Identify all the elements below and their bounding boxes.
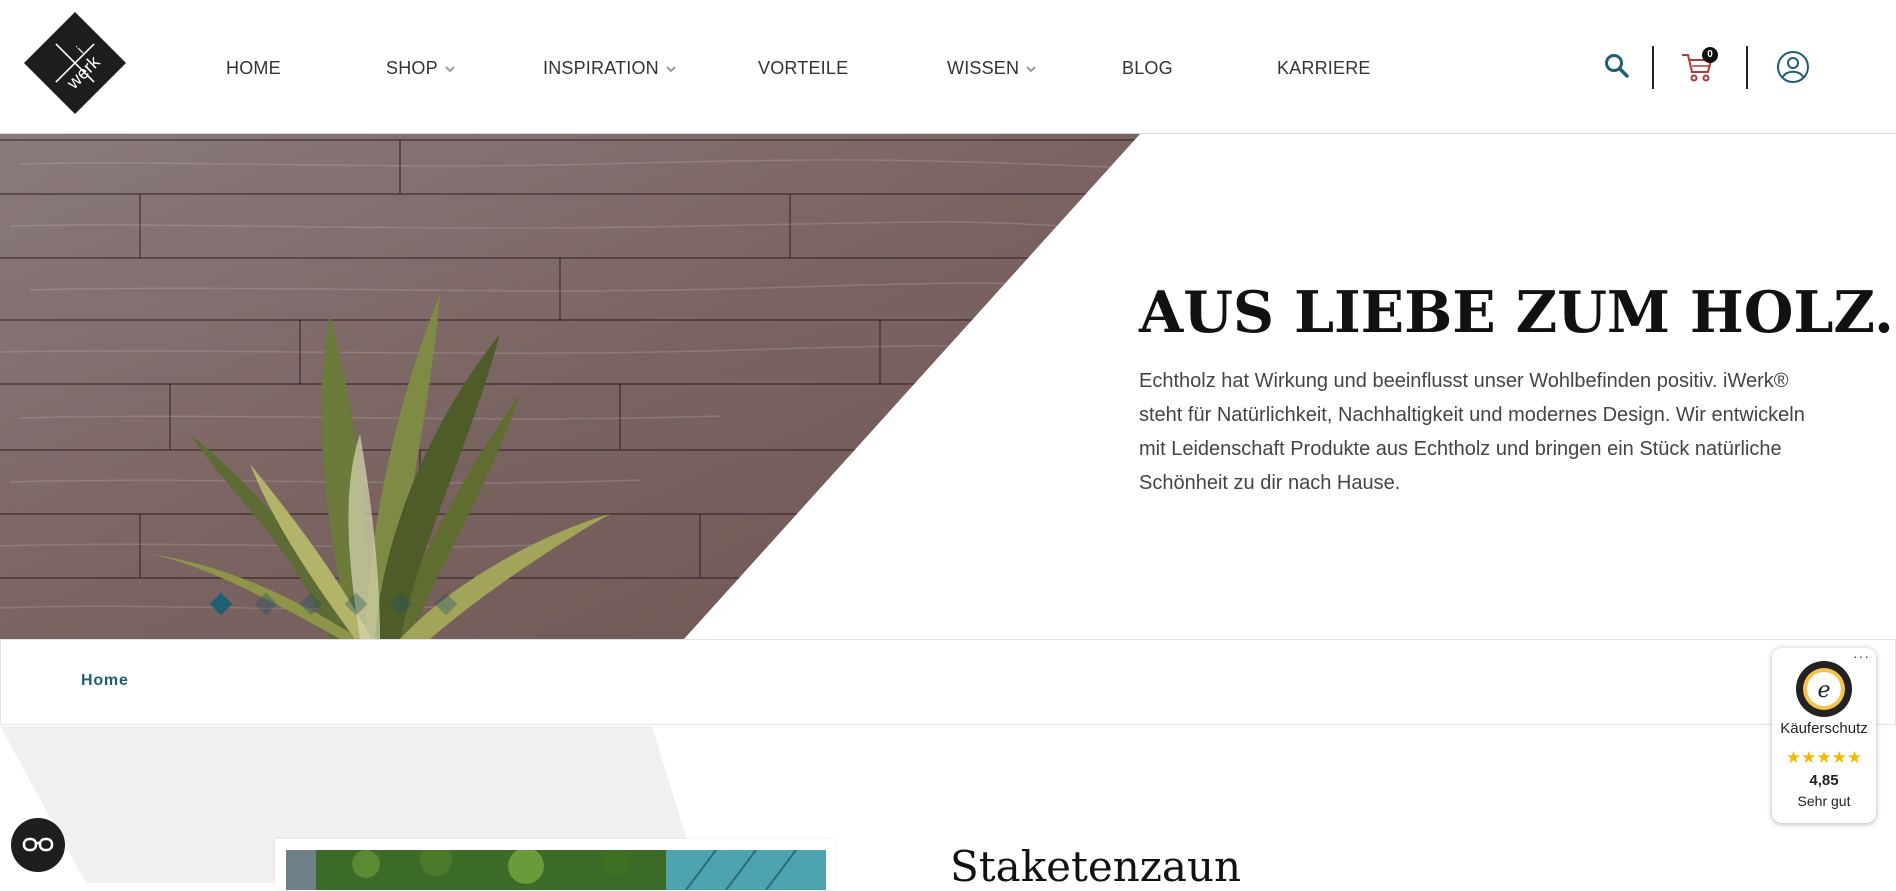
product-image[interactable] bbox=[286, 850, 826, 890]
nav-vorteile-label: VORTEILE bbox=[758, 58, 849, 78]
trusted-shops-badge[interactable]: ··· e Käuferschutz ★★★★★ 4,85 Sehr gut bbox=[1772, 648, 1876, 823]
rating-score: 4,85 bbox=[1809, 772, 1839, 789]
hero-description: Echtholz hat Wirkung und beeinflusst uns… bbox=[1139, 370, 1805, 494]
breadcrumb: Home bbox=[0, 639, 1896, 725]
nav-inspiration-label: INSPIRATION bbox=[543, 58, 659, 78]
nav-wissen-label: WISSEN bbox=[947, 58, 1020, 78]
rating-stars: ★★★★★ bbox=[1785, 748, 1863, 767]
trusted-shops-label: Käuferschutz bbox=[1780, 720, 1868, 737]
nav-vorteile[interactable]: VORTEILE bbox=[758, 58, 848, 79]
search-icon[interactable] bbox=[1604, 53, 1630, 79]
header-divider bbox=[1746, 46, 1748, 89]
nav-home-label: HOME bbox=[226, 58, 281, 78]
more-options-icon[interactable]: ··· bbox=[1853, 648, 1870, 664]
svg-text:e: e bbox=[1817, 678, 1830, 703]
hero-image-wood-plant bbox=[0, 134, 1140, 639]
accessibility-glasses-icon bbox=[22, 837, 54, 852]
trusted-shops-seal-icon: e bbox=[1796, 661, 1852, 717]
chevron-down-icon bbox=[1026, 65, 1036, 72]
wood-wall-image bbox=[0, 134, 1140, 639]
nav-shop-label: SHOP bbox=[386, 58, 438, 78]
cart-count-badge: 0 bbox=[1702, 47, 1718, 63]
nav-wissen[interactable]: WISSEN bbox=[947, 58, 1037, 79]
nav-blog-label: BLOG bbox=[1122, 58, 1173, 78]
section-title: Staketenzaun bbox=[950, 842, 1242, 891]
nav-home[interactable]: HOME bbox=[226, 58, 281, 79]
nav-inspiration[interactable]: INSPIRATION bbox=[543, 58, 677, 79]
chevron-down-icon bbox=[666, 65, 676, 72]
nav-karriere-label: KARRIERE bbox=[1277, 58, 1371, 78]
breadcrumb-home-link[interactable]: Home bbox=[81, 672, 129, 690]
nav-shop[interactable]: SHOP bbox=[386, 58, 456, 79]
chevron-down-icon bbox=[445, 65, 455, 72]
user-icon[interactable] bbox=[1776, 50, 1810, 84]
garden-image bbox=[286, 850, 826, 890]
nav-karriere[interactable]: KARRIERE bbox=[1277, 58, 1371, 79]
hero-slider: AUS LIEBE ZUM HOLZ. Echtholz hat Wirkung… bbox=[0, 134, 1896, 639]
nav-blog[interactable]: BLOG bbox=[1122, 58, 1173, 79]
hero-title: AUS LIEBE ZUM HOLZ. bbox=[1139, 279, 1894, 346]
rating-grade: Sehr gut bbox=[1797, 793, 1851, 809]
iwerk-logo[interactable]: i werk bbox=[22, 10, 128, 116]
accessibility-button[interactable] bbox=[11, 818, 65, 872]
header-divider bbox=[1652, 46, 1654, 89]
site-header: i werk HOME SHOP INSPIRATION VORTEILE WI… bbox=[0, 0, 1896, 134]
